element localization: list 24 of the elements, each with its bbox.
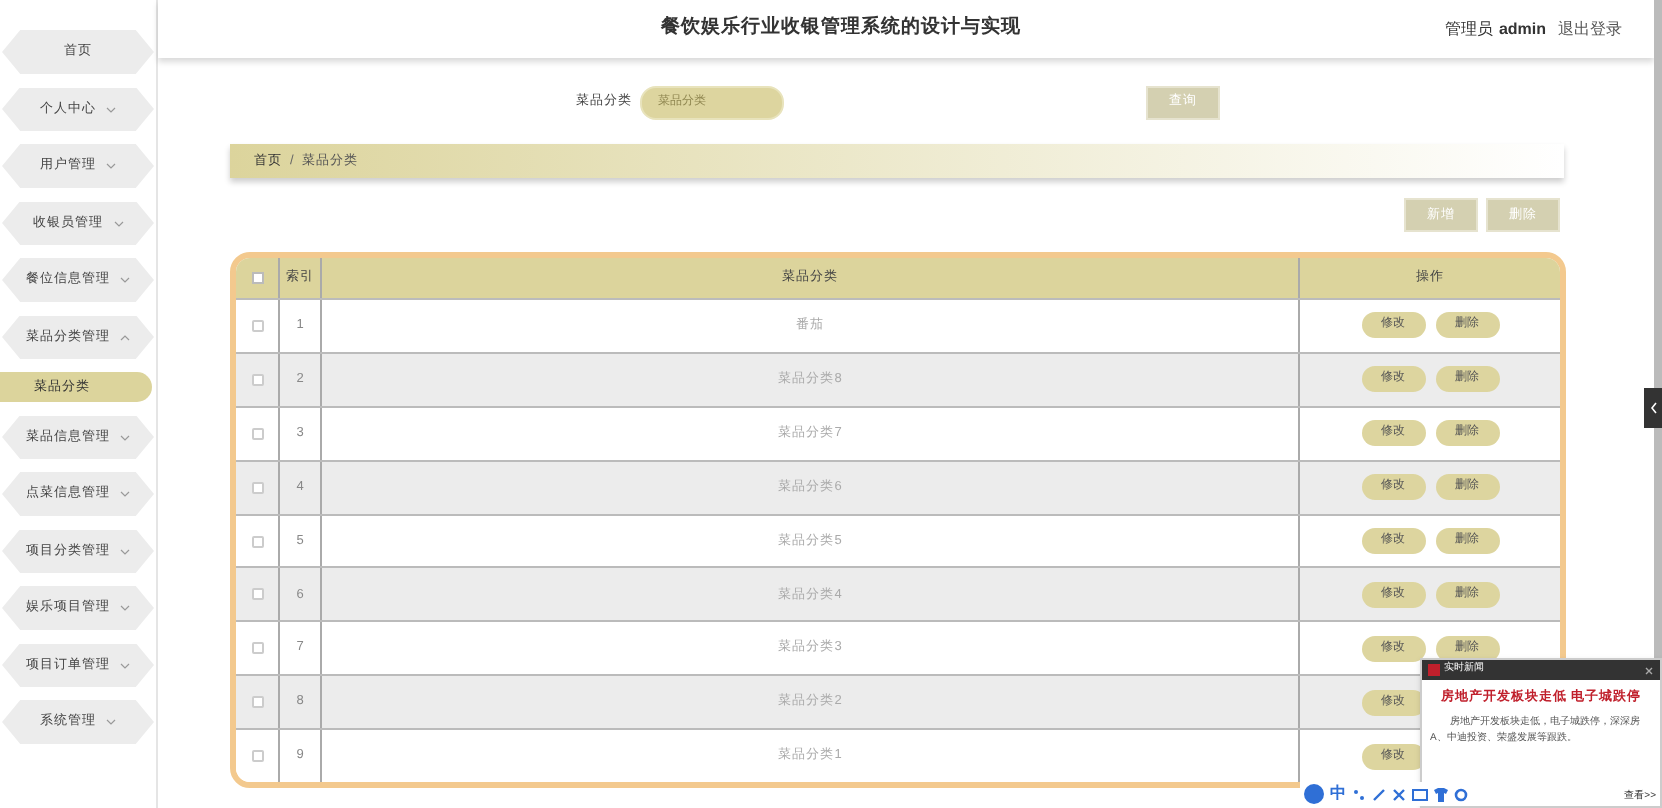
row-checkbox[interactable] (251, 642, 263, 655)
row-checkbox[interactable] (251, 373, 263, 386)
row-checkbox[interactable] (251, 319, 263, 332)
username: admin (1498, 17, 1546, 41)
side-tab[interactable] (1644, 388, 1662, 428)
ime-mode[interactable]: 中 (1330, 782, 1346, 806)
page-title: 餐饮娱乐行业收银管理系统的设计与实现 (659, 14, 1024, 43)
app-logo-icon (1428, 664, 1440, 676)
row-checkbox[interactable] (251, 696, 263, 709)
row-checkbox[interactable] (251, 481, 263, 494)
row-checkbox[interactable] (251, 427, 263, 440)
logout-link[interactable]: 退出登录 (1558, 17, 1622, 41)
scissors-icon[interactable] (1392, 787, 1406, 801)
pen-icon[interactable] (1372, 787, 1386, 801)
ime-logo-icon[interactable] (1304, 784, 1324, 804)
shirt-icon[interactable] (1434, 787, 1448, 801)
row-checkbox[interactable] (251, 535, 263, 547)
row-checkbox[interactable] (251, 588, 263, 601)
user-label: 管理员 (1444, 17, 1493, 41)
close-icon[interactable] (1644, 665, 1654, 675)
row-checkbox[interactable] (251, 750, 263, 763)
chevron-left-icon (1649, 402, 1657, 414)
punctuation-icon[interactable] (1352, 787, 1366, 801)
select-all-checkbox[interactable] (251, 272, 263, 284)
